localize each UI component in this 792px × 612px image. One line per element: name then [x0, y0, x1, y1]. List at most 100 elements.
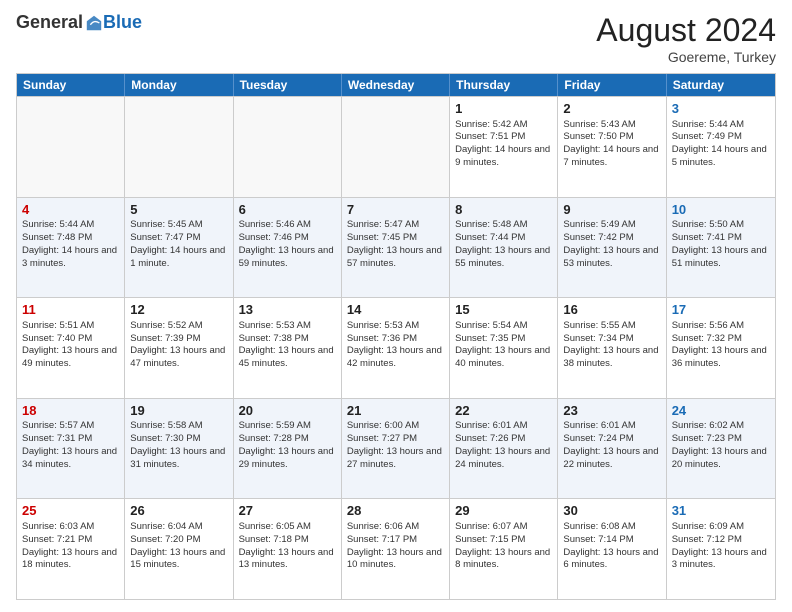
daylight-text: Daylight: 14 hours and 9 minutes. [455, 144, 550, 168]
cell-5-5: 29 Sunrise: 6:07 AM Sunset: 7:15 PM Dayl… [450, 499, 558, 599]
week-1: 1 Sunrise: 5:42 AM Sunset: 7:51 PM Dayli… [17, 96, 775, 197]
daylight-text: Daylight: 13 hours and 36 minutes. [672, 345, 767, 369]
daylight-text: Daylight: 13 hours and 51 minutes. [672, 245, 767, 269]
day-number: 17 [672, 301, 770, 319]
sunset-text: Sunset: 7:47 PM [130, 232, 200, 243]
header-thursday: Thursday [450, 74, 558, 96]
sunset-text: Sunset: 7:36 PM [347, 333, 417, 344]
cell-1-2 [125, 97, 233, 197]
sunrise-text: Sunrise: 6:09 AM [672, 521, 744, 532]
title-section: August 2024 Goereme, Turkey [596, 12, 776, 65]
daylight-text: Daylight: 13 hours and 57 minutes. [347, 245, 442, 269]
sunrise-text: Sunrise: 5:49 AM [563, 219, 635, 230]
sunrise-text: Sunrise: 5:47 AM [347, 219, 419, 230]
cell-4-3: 20 Sunrise: 5:59 AM Sunset: 7:28 PM Dayl… [234, 399, 342, 499]
week-4: 18 Sunrise: 5:57 AM Sunset: 7:31 PM Dayl… [17, 398, 775, 499]
day-number: 5 [130, 201, 227, 219]
sunset-text: Sunset: 7:40 PM [22, 333, 92, 344]
daylight-text: Daylight: 14 hours and 5 minutes. [672, 144, 767, 168]
sunrise-text: Sunrise: 6:08 AM [563, 521, 635, 532]
day-number: 1 [455, 100, 552, 118]
day-number: 3 [672, 100, 770, 118]
location: Goereme, Turkey [596, 49, 776, 65]
cell-3-5: 15 Sunrise: 5:54 AM Sunset: 7:35 PM Dayl… [450, 298, 558, 398]
daylight-text: Daylight: 13 hours and 31 minutes. [130, 446, 225, 470]
logo-blue-text: Blue [103, 12, 142, 33]
daylight-text: Daylight: 13 hours and 3 minutes. [672, 547, 767, 571]
sunrise-text: Sunrise: 5:48 AM [455, 219, 527, 230]
daylight-text: Daylight: 13 hours and 59 minutes. [239, 245, 334, 269]
sunset-text: Sunset: 7:28 PM [239, 433, 309, 444]
sunset-text: Sunset: 7:12 PM [672, 534, 742, 545]
cell-5-4: 28 Sunrise: 6:06 AM Sunset: 7:17 PM Dayl… [342, 499, 450, 599]
daylight-text: Daylight: 13 hours and 47 minutes. [130, 345, 225, 369]
sunrise-text: Sunrise: 5:46 AM [239, 219, 311, 230]
sunset-text: Sunset: 7:39 PM [130, 333, 200, 344]
cell-2-2: 5 Sunrise: 5:45 AM Sunset: 7:47 PM Dayli… [125, 198, 233, 298]
header-wednesday: Wednesday [342, 74, 450, 96]
daylight-text: Daylight: 13 hours and 10 minutes. [347, 547, 442, 571]
day-number: 13 [239, 301, 336, 319]
cell-2-5: 8 Sunrise: 5:48 AM Sunset: 7:44 PM Dayli… [450, 198, 558, 298]
sunrise-text: Sunrise: 6:01 AM [455, 420, 527, 431]
sunrise-text: Sunrise: 6:04 AM [130, 521, 202, 532]
sunrise-text: Sunrise: 5:44 AM [672, 119, 744, 130]
header-friday: Friday [558, 74, 666, 96]
sunrise-text: Sunrise: 6:07 AM [455, 521, 527, 532]
cell-5-7: 31 Sunrise: 6:09 AM Sunset: 7:12 PM Dayl… [667, 499, 775, 599]
sunrise-text: Sunrise: 6:06 AM [347, 521, 419, 532]
daylight-text: Daylight: 13 hours and 22 minutes. [563, 446, 658, 470]
sunset-text: Sunset: 7:50 PM [563, 131, 633, 142]
day-number: 8 [455, 201, 552, 219]
week-2: 4 Sunrise: 5:44 AM Sunset: 7:48 PM Dayli… [17, 197, 775, 298]
sunset-text: Sunset: 7:48 PM [22, 232, 92, 243]
week-5: 25 Sunrise: 6:03 AM Sunset: 7:21 PM Dayl… [17, 498, 775, 599]
cell-4-2: 19 Sunrise: 5:58 AM Sunset: 7:30 PM Dayl… [125, 399, 233, 499]
sunrise-text: Sunrise: 6:05 AM [239, 521, 311, 532]
sunset-text: Sunset: 7:17 PM [347, 534, 417, 545]
sunrise-text: Sunrise: 5:44 AM [22, 219, 94, 230]
sunrise-text: Sunrise: 5:58 AM [130, 420, 202, 431]
sunrise-text: Sunrise: 5:57 AM [22, 420, 94, 431]
day-number: 29 [455, 502, 552, 520]
daylight-text: Daylight: 13 hours and 42 minutes. [347, 345, 442, 369]
sunrise-text: Sunrise: 6:02 AM [672, 420, 744, 431]
cell-1-4 [342, 97, 450, 197]
sunset-text: Sunset: 7:24 PM [563, 433, 633, 444]
header: General Blue August 2024 Goereme, Turkey [16, 12, 776, 65]
sunrise-text: Sunrise: 5:52 AM [130, 320, 202, 331]
sunset-text: Sunset: 7:26 PM [455, 433, 525, 444]
logo-general-text: General [16, 12, 83, 33]
cell-4-7: 24 Sunrise: 6:02 AM Sunset: 7:23 PM Dayl… [667, 399, 775, 499]
logo: General Blue [16, 12, 142, 33]
sunrise-text: Sunrise: 5:53 AM [347, 320, 419, 331]
daylight-text: Daylight: 13 hours and 18 minutes. [22, 547, 117, 571]
daylight-text: Daylight: 13 hours and 55 minutes. [455, 245, 550, 269]
day-number: 21 [347, 402, 444, 420]
day-number: 9 [563, 201, 660, 219]
sunset-text: Sunset: 7:20 PM [130, 534, 200, 545]
calendar-header: Sunday Monday Tuesday Wednesday Thursday… [17, 74, 775, 96]
calendar: Sunday Monday Tuesday Wednesday Thursday… [16, 73, 776, 600]
day-number: 23 [563, 402, 660, 420]
cell-1-7: 3 Sunrise: 5:44 AM Sunset: 7:49 PM Dayli… [667, 97, 775, 197]
sunset-text: Sunset: 7:35 PM [455, 333, 525, 344]
day-number: 6 [239, 201, 336, 219]
cell-2-7: 10 Sunrise: 5:50 AM Sunset: 7:41 PM Dayl… [667, 198, 775, 298]
sunrise-text: Sunrise: 6:00 AM [347, 420, 419, 431]
day-number: 19 [130, 402, 227, 420]
sunset-text: Sunset: 7:14 PM [563, 534, 633, 545]
cell-1-3 [234, 97, 342, 197]
cell-4-1: 18 Sunrise: 5:57 AM Sunset: 7:31 PM Dayl… [17, 399, 125, 499]
day-number: 4 [22, 201, 119, 219]
cell-4-6: 23 Sunrise: 6:01 AM Sunset: 7:24 PM Dayl… [558, 399, 666, 499]
sunrise-text: Sunrise: 5:53 AM [239, 320, 311, 331]
daylight-text: Daylight: 13 hours and 29 minutes. [239, 446, 334, 470]
daylight-text: Daylight: 13 hours and 40 minutes. [455, 345, 550, 369]
day-number: 20 [239, 402, 336, 420]
daylight-text: Daylight: 14 hours and 3 minutes. [22, 245, 117, 269]
cell-2-1: 4 Sunrise: 5:44 AM Sunset: 7:48 PM Dayli… [17, 198, 125, 298]
logo-icon [85, 14, 103, 32]
day-number: 27 [239, 502, 336, 520]
daylight-text: Daylight: 13 hours and 13 minutes. [239, 547, 334, 571]
